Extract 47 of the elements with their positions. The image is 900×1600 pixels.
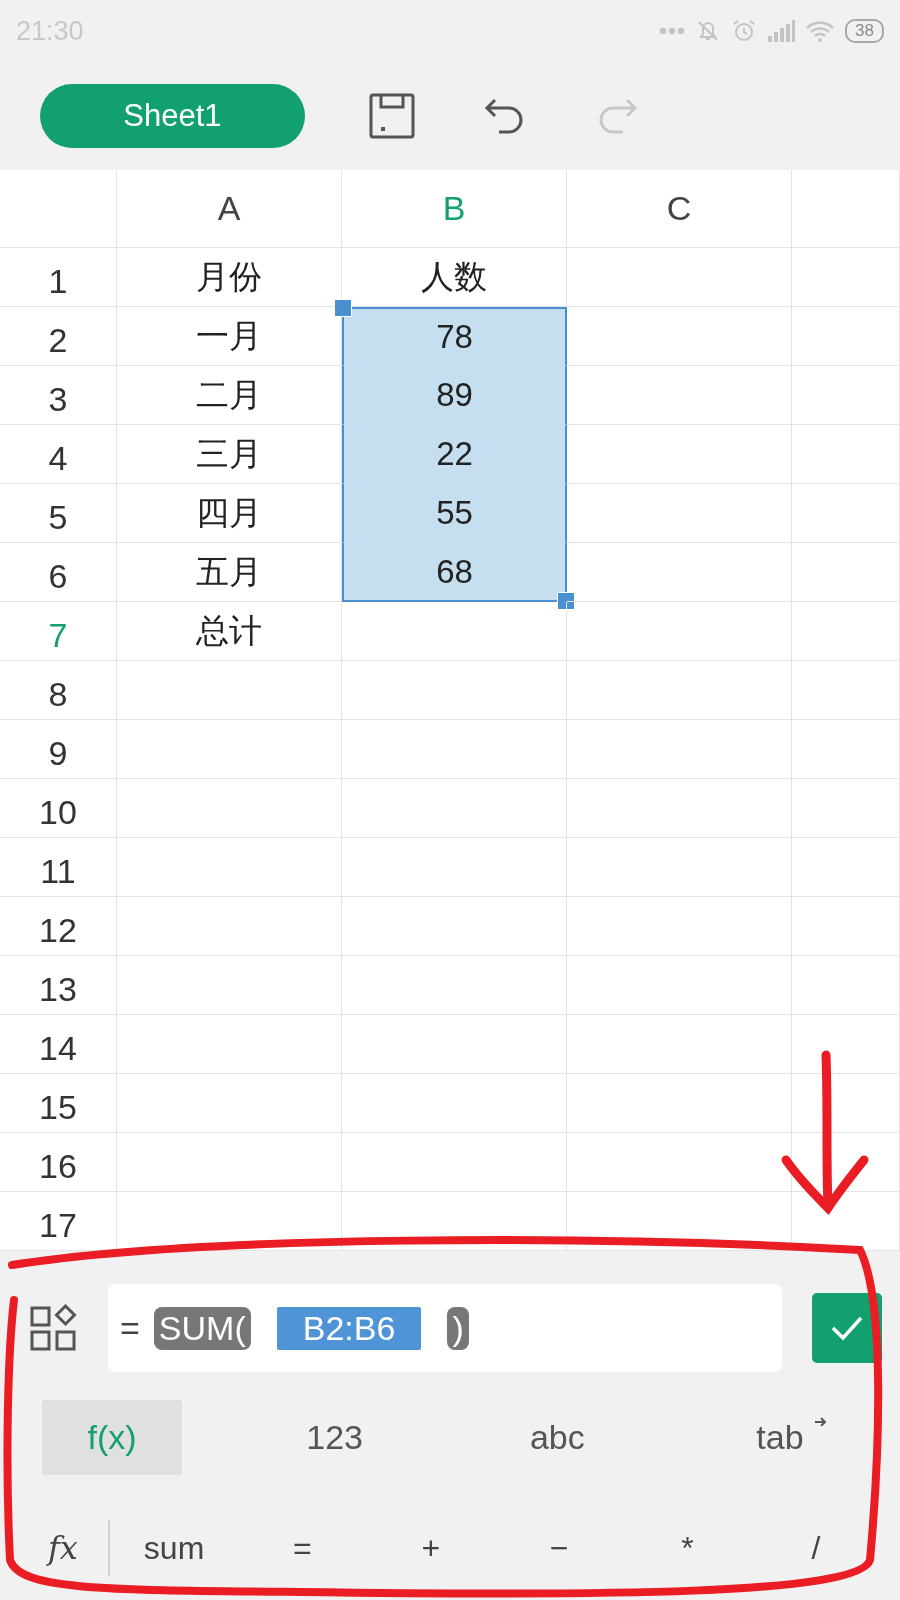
row-header[interactable]: 3 (0, 366, 117, 425)
row-header[interactable]: 13 (0, 956, 117, 1015)
battery-level: 38 (845, 19, 884, 43)
row-header[interactable]: 8 (0, 661, 117, 720)
row-header[interactable]: 17 (0, 1192, 117, 1251)
more-dots-icon (659, 27, 686, 35)
row-header[interactable]: 9 (0, 720, 117, 779)
signal-icon (767, 20, 796, 42)
arrow-icon (813, 1414, 828, 1426)
wifi-icon (805, 20, 836, 42)
table-cell: 22 (342, 425, 567, 484)
quick-key[interactable]: + (366, 1528, 495, 1568)
quick-key[interactable]: * (623, 1528, 752, 1568)
save-icon[interactable] (369, 93, 415, 139)
row-header[interactable]: 14 (0, 1015, 117, 1074)
row-header[interactable]: 1 (0, 248, 117, 307)
formula-token: B2:B6 (276, 1306, 422, 1350)
row-header[interactable]: 16 (0, 1133, 117, 1192)
keyboard-tab[interactable]: abc (487, 1400, 628, 1475)
formula-token: = (120, 1308, 140, 1348)
formula-field[interactable]: = SUM( B2:B6 ) (108, 1284, 782, 1372)
quick-key[interactable]: = (238, 1528, 367, 1568)
row-header[interactable]: 10 (0, 779, 117, 838)
row-header[interactable]: 15 (0, 1074, 117, 1133)
quick-key[interactable]: / (751, 1528, 881, 1568)
row-header[interactable]: 6 (0, 543, 117, 602)
row-header[interactable]: 2 (0, 307, 117, 366)
quick-key[interactable]: − (494, 1528, 624, 1568)
column-header[interactable]: C (567, 170, 792, 248)
function-label: fx (48, 1520, 110, 1576)
table-cell: 总计 (117, 602, 342, 661)
column-header[interactable]: A (117, 170, 342, 248)
keyboard-tab[interactable]: 123 (264, 1400, 405, 1475)
table-cell: 55 (342, 484, 567, 543)
row-header[interactable]: 11 (0, 838, 117, 897)
row-header[interactable]: 4 (0, 425, 117, 484)
keyboard-tab[interactable]: tab (709, 1400, 850, 1475)
selection-handle[interactable] (334, 299, 352, 317)
apps-grid-icon[interactable] (30, 1304, 78, 1352)
quick-key[interactable]: sum (109, 1528, 239, 1568)
selection-handle[interactable] (557, 592, 575, 610)
formula-token: SUM( (153, 1306, 251, 1350)
row-header[interactable]: 12 (0, 897, 117, 956)
check-icon (830, 1315, 864, 1341)
formula-token: ) (447, 1306, 469, 1350)
table-cell: 89 (342, 366, 567, 425)
row-header[interactable]: 5 (0, 484, 117, 543)
